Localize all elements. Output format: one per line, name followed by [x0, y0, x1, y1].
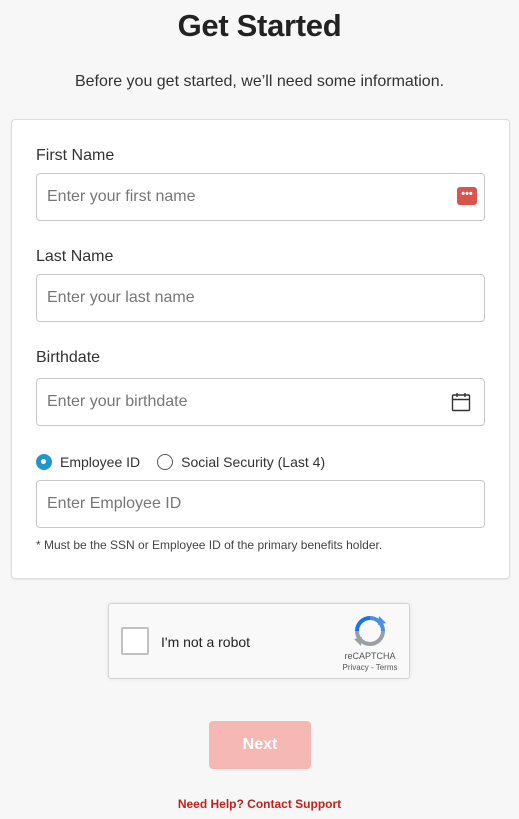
recaptcha-widget: I'm not a robot reCAPTCHA Privacy - Term…: [108, 603, 410, 679]
radio-employee-id-button[interactable]: [36, 454, 52, 470]
first-name-input[interactable]: [36, 173, 485, 221]
last-name-input[interactable]: [36, 274, 485, 322]
recaptcha-label: I'm not a robot: [161, 634, 251, 650]
radio-ssn-last4[interactable]: Social Security (Last 4): [157, 454, 325, 470]
info-form-card: First Name ••• Last Name Birthdate Emplo…: [11, 119, 510, 579]
calendar-icon[interactable]: [451, 392, 471, 412]
password-manager-icon[interactable]: •••: [457, 187, 477, 205]
recaptcha-privacy-terms-links[interactable]: Privacy - Terms: [329, 663, 411, 672]
recaptcha-logo-icon: [354, 616, 386, 646]
id-footnote: * Must be the SSN or Employee ID of the …: [36, 538, 383, 552]
page-title: Get Started: [177, 8, 342, 43]
employee-id-input[interactable]: [36, 480, 485, 528]
id-type-radio-group: Employee ID Social Security (Last 4): [36, 452, 325, 472]
contact-support-link[interactable]: Need Help? Contact Support: [0, 797, 519, 811]
first-name-label: First Name: [36, 147, 115, 164]
recaptcha-brand: reCAPTCHA: [344, 651, 396, 661]
birthdate-input[interactable]: [36, 378, 485, 426]
recaptcha-checkbox[interactable]: [121, 627, 149, 655]
last-name-label: Last Name: [36, 248, 114, 265]
radio-ssn-last4-button[interactable]: [157, 454, 174, 470]
radio-ssn-last4-label: Social Security (Last 4): [181, 454, 326, 470]
page-subtitle: Before you get started, we’ll need some …: [74, 73, 445, 90]
next-button[interactable]: Next: [209, 721, 311, 769]
radio-employee-id-label: Employee ID: [60, 454, 141, 470]
birthdate-label: Birthdate: [36, 349, 101, 366]
radio-employee-id[interactable]: Employee ID: [36, 454, 140, 470]
